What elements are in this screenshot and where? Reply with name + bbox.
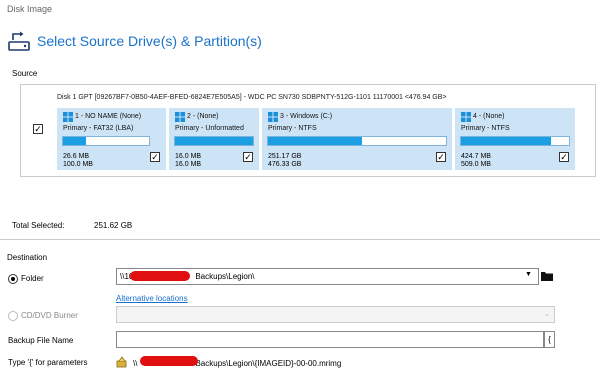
parameters-path-end: Backups\Legion\{IMAGEID}-00-00.mrimg [195,359,342,368]
usage-bar [267,136,447,146]
insert-parameter-button[interactable]: { [544,331,555,348]
partition-total: 476.33 GB [268,161,302,168]
parameters-path-start: \\ [133,359,138,368]
usage-bar [460,136,570,146]
folder-radio[interactable] [8,274,18,284]
partition-4[interactable]: 4 - (None) Primary - NTFS 424.7 MB 509.0… [455,108,575,170]
redaction-mark [140,356,198,366]
total-selected-label: Total Selected: [12,221,65,230]
partition-checkbox[interactable]: ✓ [243,152,253,162]
partition-total: 509.0 MB [461,161,491,168]
partition-total: 100.0 MB [63,161,93,168]
page-title: Select Source Drive(s) & Partition(s) [37,33,262,49]
partition-checkbox[interactable]: ✓ [436,152,446,162]
total-selected-value: 251.62 GB [94,221,133,230]
destination-label: Destination [7,253,48,262]
partition-checkbox[interactable]: ✓ [150,152,160,162]
partition-total: 16.0 MB [175,161,202,168]
partition-type: Primary - Unformatted [175,125,244,132]
disk-checkbox[interactable]: ✓ [33,124,43,134]
partition-type: Primary - NTFS [268,125,317,132]
partition-3[interactable]: 3 - Windows (C:) Primary - NTFS 251.17 G… [262,108,452,170]
usage-bar [174,136,254,146]
partition-type: Primary - FAT32 (LBA) [63,125,134,132]
partition-used: 251.17 GB [268,153,302,160]
usage-bar-fill [268,137,363,145]
windows-logo-icon [268,112,278,122]
disk-image-icon [8,31,30,51]
usage-bar-fill [175,137,253,145]
source-label: Source [12,69,38,78]
partition-type: Primary - NTFS [461,125,510,132]
windows-logo-icon [175,112,185,122]
usage-bar-fill [461,137,551,145]
cd-dvd-radio[interactable] [8,311,18,321]
chevron-down-icon: ⌄ [544,311,550,318]
windows-logo-icon [461,112,471,122]
backup-file-name-label: Backup File Name [8,336,74,345]
partition-used: 26.6 MB [63,153,90,160]
disk-title: Disk 1 GPT [09267BF7-0B50-4AEF-BFED-6824… [57,94,447,101]
dropdown-arrow-icon[interactable]: ▼ [525,271,532,278]
folder-path-end: Backups\Legion\ [195,272,255,281]
cd-dvd-select[interactable] [116,306,555,323]
usage-bar-fill [63,137,87,145]
partition-name: 2 - (None) [187,113,219,120]
divider [0,239,600,240]
partition-name: 3 - Windows (C:) [280,113,333,120]
partition-2[interactable]: 2 - (None) Primary - Unformatted 16.0 MB… [169,108,259,170]
partition-name: 1 - NO NAME (None) [75,113,142,120]
partition-1[interactable]: 1 - NO NAME (None) Primary - FAT32 (LBA)… [57,108,166,170]
cd-dvd-radio-label: CD/DVD Burner [21,311,78,320]
partition-name: 4 - (None) [473,113,505,120]
backup-file-name-input[interactable] [116,331,544,348]
window-title: Disk Image [7,4,53,14]
usage-bar [62,136,150,146]
browse-folder-icon[interactable] [541,271,553,281]
partition-used: 424.7 MB [461,153,491,160]
alternative-locations-link[interactable]: Alternative locations [116,294,188,303]
windows-logo-icon [63,112,73,122]
folder-radio-label: Folder [21,274,44,283]
redaction-mark [130,271,190,281]
partition-used: 16.0 MB [175,153,202,160]
wizard-icon [116,356,127,368]
parameters-hint-label: Type '{' for parameters [8,358,88,367]
partition-checkbox[interactable]: ✓ [559,152,569,162]
